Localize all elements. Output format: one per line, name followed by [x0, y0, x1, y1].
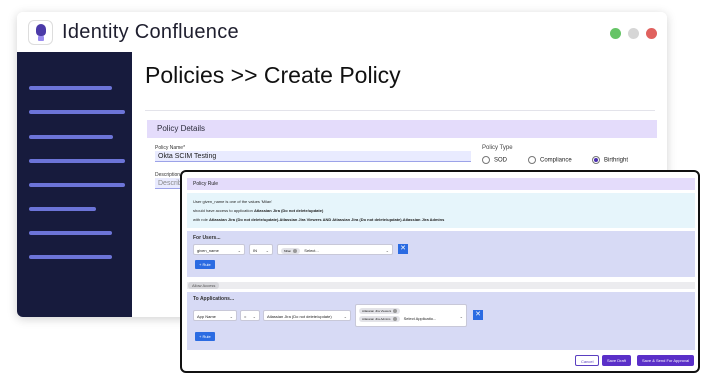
policy-rule-header: Policy Rule [187, 178, 695, 190]
for-users-box: For Users... given_name ⌄ IN ⌄ Milan Selec… [187, 231, 695, 277]
policy-details-heading: Policy Details [157, 124, 206, 133]
sidebar-item[interactable] [29, 110, 125, 114]
chevron-down-icon: ⌄ [265, 248, 269, 253]
sidebar-item[interactable] [29, 183, 125, 187]
radio-birthright[interactable]: Birthright [592, 156, 628, 164]
user-operator-select[interactable]: IN ⌄ [249, 244, 273, 255]
remove-chip-icon [393, 309, 398, 314]
radio-compliance[interactable]: Compliance [528, 156, 572, 164]
allow-access-tag: Allow Access [188, 282, 220, 289]
rule-summary: User given_name is one of the values 'Mi… [187, 193, 695, 228]
chevron-down-icon: ⌄ [343, 314, 347, 319]
radio-circle-icon [482, 156, 490, 164]
for-users-title: For Users... [193, 235, 221, 241]
chevron-down-icon: ⌄ [385, 248, 389, 253]
sidebar-item[interactable] [29, 86, 112, 90]
sidebar-item[interactable] [29, 231, 112, 235]
policy-type-label: Policy Type [482, 145, 513, 151]
divider [145, 110, 655, 111]
sidebar [17, 52, 132, 317]
chevron-down-icon: ⌄ [252, 314, 256, 319]
allow-access-bar: Allow Access [187, 282, 695, 289]
sidebar-item[interactable] [29, 159, 125, 163]
screen: Identity Confluence Policies >> Create P… [0, 0, 706, 380]
app-operator-select[interactable]: = ⌄ [240, 310, 260, 321]
user-attribute-select[interactable]: given_name ⌄ [193, 244, 245, 255]
policy-details-header: Policy Details [147, 120, 657, 138]
policy-name-input[interactable]: Okta SCIM Testing [155, 151, 471, 162]
clear-condition-button[interactable]: ✕ [473, 310, 483, 320]
remove-chip-icon [392, 317, 397, 322]
app-title: Identity Confluence [62, 21, 239, 43]
radio-sod[interactable]: SOD [482, 156, 507, 164]
to-applications-title: To Applications... [193, 296, 235, 302]
window-minimize-button[interactable] [628, 28, 639, 39]
role-select[interactable]: Atlassian Jira Viewers Atlassian Jira Ad… [355, 304, 467, 327]
summary-line: should have access to application Atlass… [193, 208, 324, 213]
add-app-rule-button[interactable]: + Rule [195, 332, 215, 341]
sidebar-item[interactable] [29, 255, 112, 259]
chevron-down-icon: ⌄ [237, 248, 241, 253]
value-chip[interactable]: Milan [281, 248, 301, 254]
role-chip[interactable]: Atlassian Jira Viewers [359, 308, 401, 315]
app-logo-icon [28, 20, 53, 45]
summary-line: User given_name is one of the values 'Mi… [193, 199, 273, 204]
chevron-down-icon: ⌄ [459, 314, 463, 319]
save-send-approval-button[interactable]: Save & Send For Approval [637, 355, 695, 366]
chevron-down-icon: ⌄ [229, 314, 233, 319]
page-title: Policies >> Create Policy [145, 62, 401, 88]
clear-condition-button[interactable]: ✕ [398, 244, 408, 254]
sidebar-item[interactable] [29, 135, 113, 139]
role-chip[interactable]: Atlassian Jira Admins [359, 316, 400, 323]
summary-line: with role Atlassian Jira (Do not delete/… [193, 217, 445, 222]
window-close-button[interactable] [646, 28, 657, 39]
add-user-rule-button[interactable]: + Rule [195, 260, 215, 269]
radio-selected-icon [592, 156, 600, 164]
to-applications-box: To Applications... App Name ⌄ = ⌄ Atlassia… [187, 292, 695, 350]
user-values-select[interactable]: Milan Select... ⌄ [277, 244, 393, 255]
app-value-select[interactable]: Atlassian Jira (Do not delete/update) ⌄ [263, 310, 351, 321]
remove-chip-icon [293, 249, 298, 254]
app-attribute-select[interactable]: App Name ⌄ [193, 310, 237, 321]
policy-rule-heading: Policy Rule [193, 181, 219, 187]
cancel-button[interactable]: Cancel [575, 355, 600, 366]
policy-rule-panel: Policy Rule User given_name is one of th… [180, 170, 700, 373]
sidebar-item[interactable] [29, 207, 96, 211]
title-bar: Identity Confluence [17, 12, 667, 52]
window-maximize-button[interactable] [610, 28, 621, 39]
radio-circle-icon [528, 156, 536, 164]
save-draft-button[interactable]: Save Draft [602, 355, 631, 366]
